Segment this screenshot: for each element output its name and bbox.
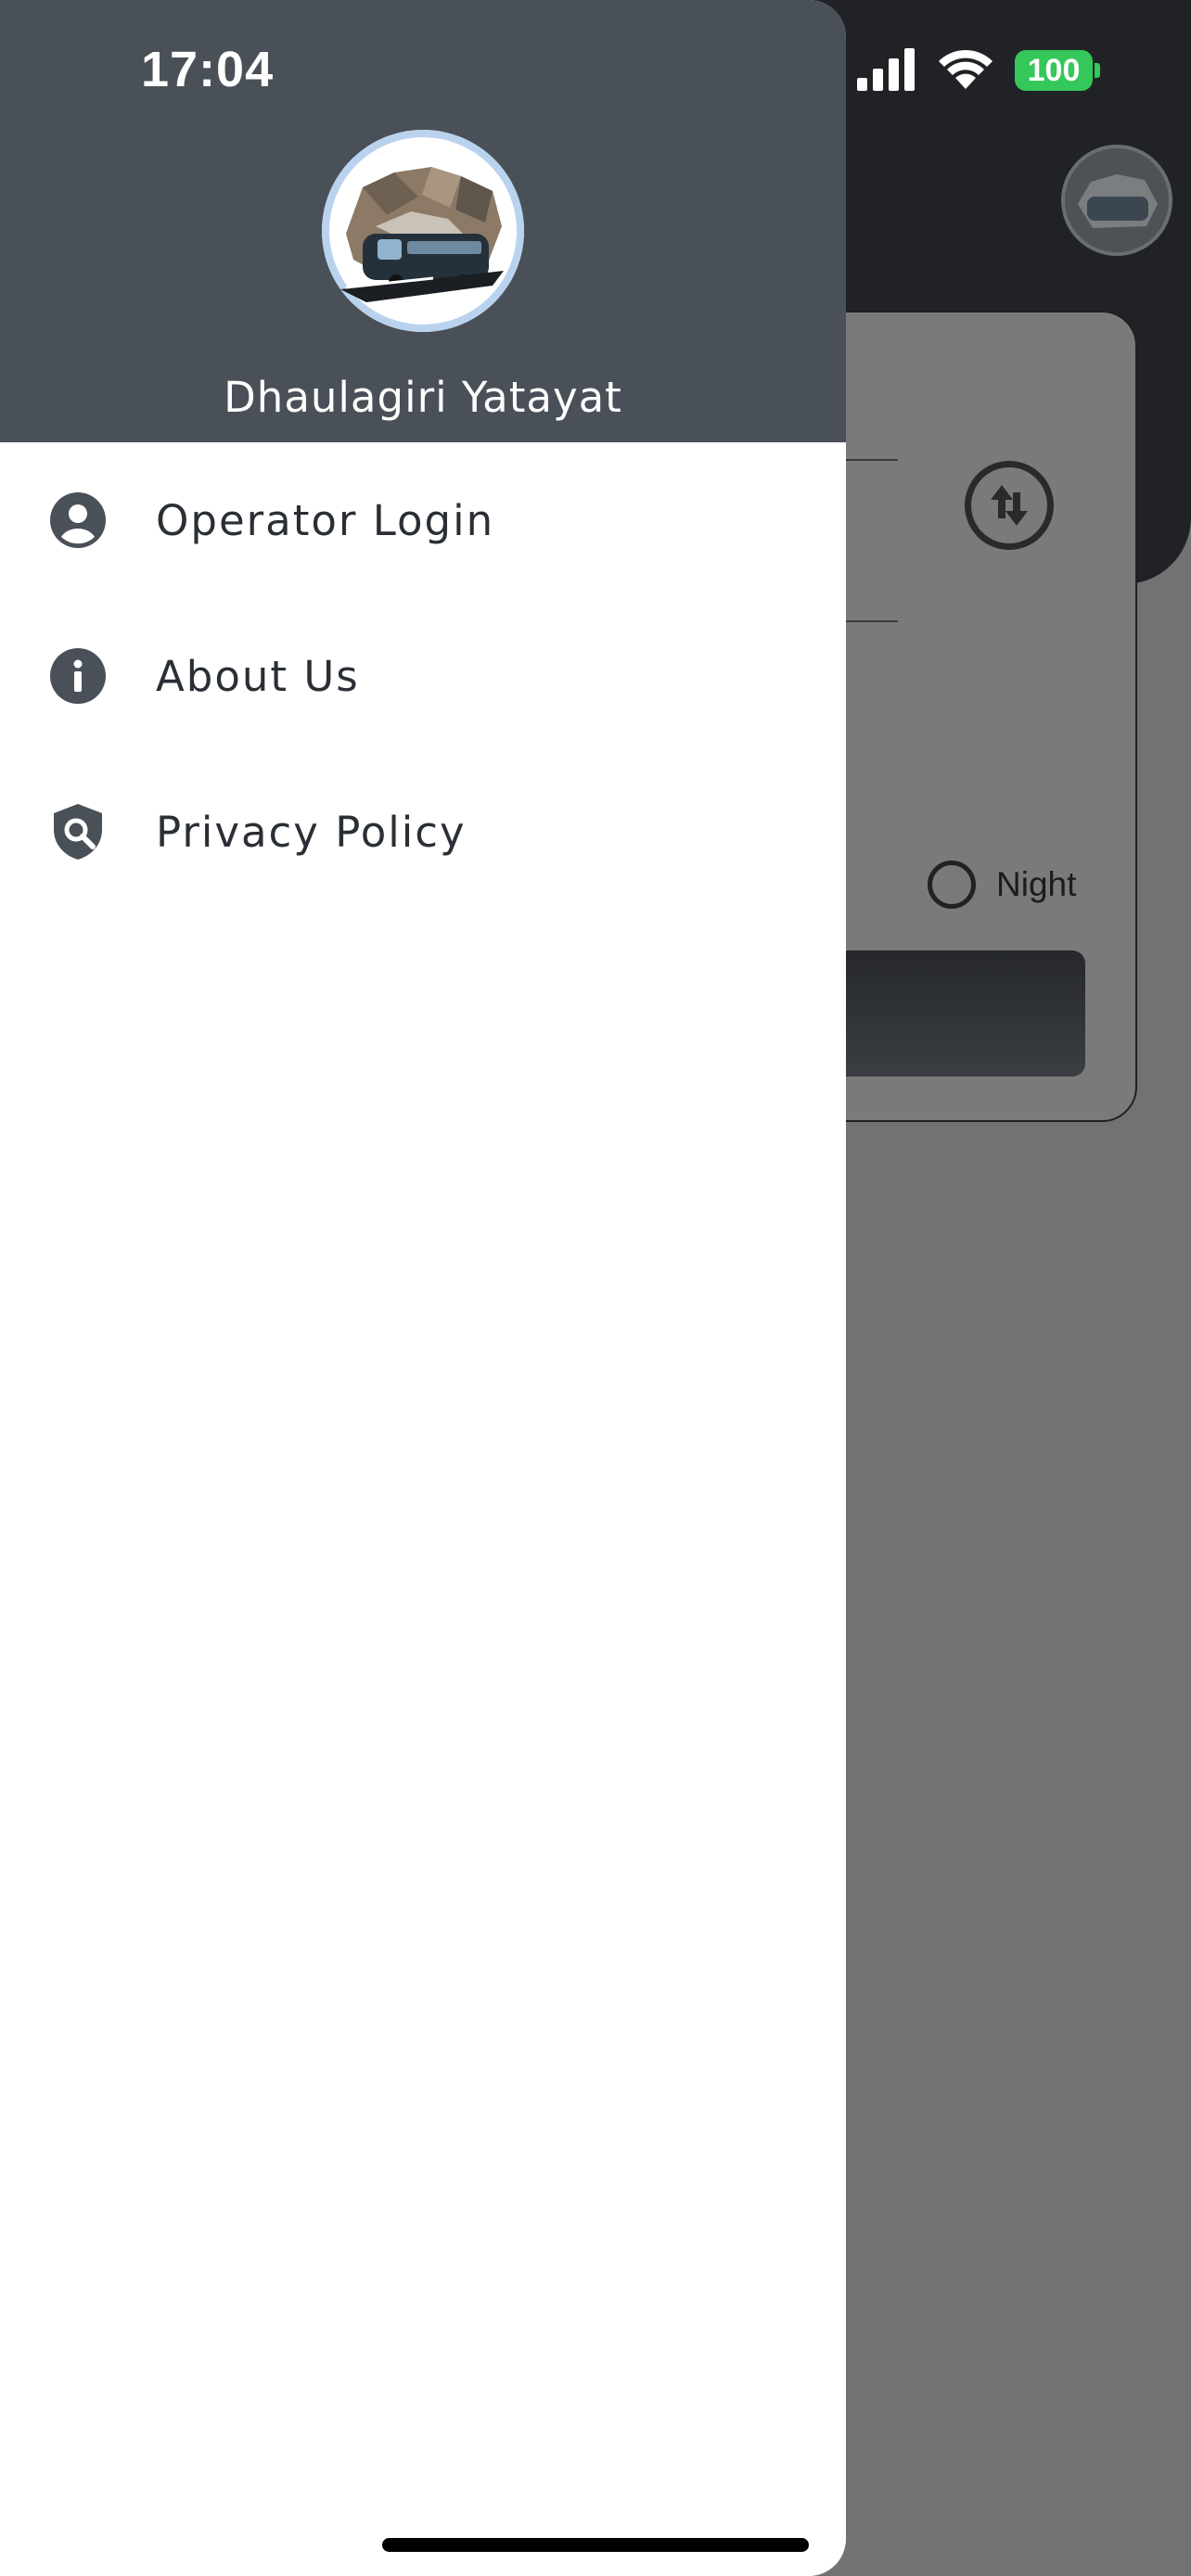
night-radio-icon xyxy=(928,861,976,909)
status-time: 17:04 xyxy=(141,42,275,97)
menu-item-label: About Us xyxy=(156,651,360,701)
bus-mountain-logo xyxy=(322,130,524,332)
background-avatar xyxy=(1061,145,1172,256)
menu-item-privacy-policy[interactable]: Privacy Policy xyxy=(0,754,846,910)
night-option-label: Night xyxy=(996,865,1077,903)
battery-icon: 100 xyxy=(1015,50,1093,91)
info-icon xyxy=(50,648,106,704)
cellular-signal-icon xyxy=(857,48,915,91)
drawer-menu: Operator Login About Us Privacy Policy xyxy=(0,442,846,910)
brand-name: Dhaulagiri Yatayat xyxy=(224,373,622,422)
menu-item-operator-login[interactable]: Operator Login xyxy=(0,442,846,598)
swap-icon xyxy=(965,461,1054,550)
menu-item-label: Privacy Policy xyxy=(156,807,467,857)
drawer-header: 17:04 Dhaulagiri Yatayat xyxy=(0,0,846,442)
wifi-icon xyxy=(939,49,992,89)
battery-cap xyxy=(1095,63,1100,78)
home-indicator[interactable] xyxy=(382,2538,809,2552)
background-search-button xyxy=(816,950,1085,1077)
navigation-drawer: 17:04 Dhaulagiri Yatayat Operator Login … xyxy=(0,0,846,2576)
privacy-shield-icon xyxy=(54,804,102,860)
menu-item-label: Operator Login xyxy=(156,495,495,545)
account-circle-icon xyxy=(50,492,106,548)
menu-item-about-us[interactable]: About Us xyxy=(0,598,846,754)
